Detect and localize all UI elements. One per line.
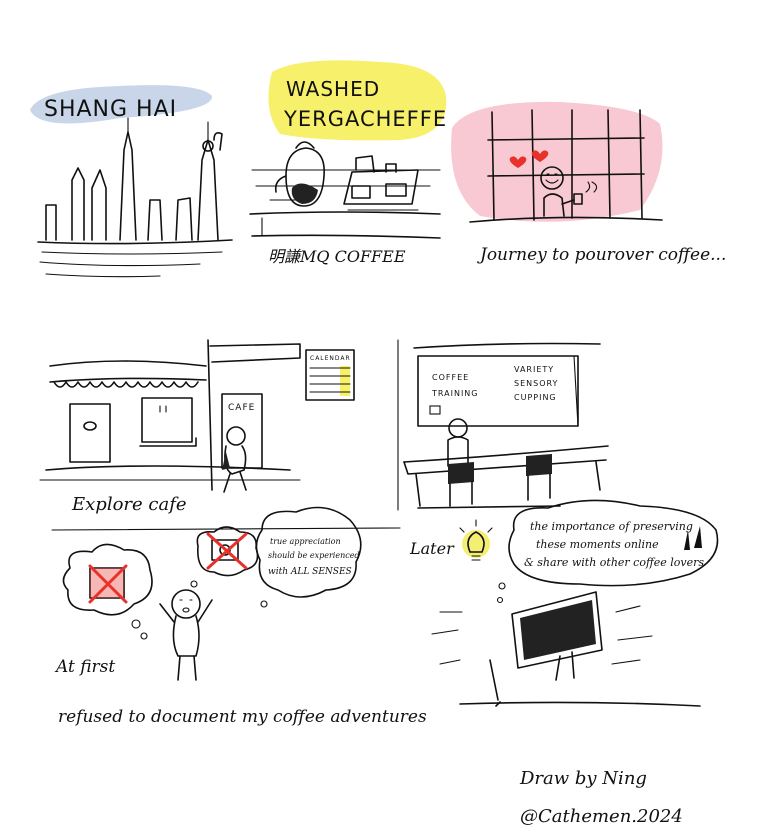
board-left-1: COFFEE bbox=[432, 373, 469, 382]
at-first-figure bbox=[159, 589, 213, 681]
at-first-caption: refused to document my coffee adventures bbox=[58, 707, 427, 727]
thought-cloud-notebook bbox=[62, 543, 153, 640]
panel-at-first: true appreciation should be experienced … bbox=[54, 506, 427, 727]
panel-yirgacheffe: WASHED YERGACHEFFE 明謙MQ COFFEE bbox=[249, 60, 447, 266]
senses-line-3: with ALL SENSES bbox=[268, 567, 352, 577]
panel-journey: Journey to pourover coffee... bbox=[451, 101, 726, 265]
shanghai-skyline bbox=[37, 117, 233, 278]
at-first-label: At first bbox=[54, 657, 115, 677]
yirgacheffe-title-line2: YERGACHEFFE bbox=[283, 107, 447, 131]
senses-line-2: should be experienced bbox=[268, 551, 360, 560]
calendar-title: CALENDAR bbox=[310, 355, 351, 362]
senses-line-1: true appreciation bbox=[270, 537, 341, 546]
signature: Draw by Ning @Cathemen.2024 bbox=[519, 768, 683, 827]
board-right-3: CUPPING bbox=[514, 393, 557, 402]
board-left-2: TRAINING bbox=[431, 389, 478, 398]
comic-canvas: SHANG HAI WASHED YERGACHEFFE 明謙MQ COFFEE… bbox=[30, 60, 726, 827]
later-label: Later bbox=[409, 539, 455, 558]
online-line-2: these moments online bbox=[536, 538, 659, 551]
explore-caption: Explore cafe bbox=[71, 494, 187, 515]
training-desk bbox=[403, 445, 609, 507]
online-line-3: & share with other coffee lovers bbox=[524, 556, 704, 569]
board-right-1: VARIETY bbox=[514, 365, 554, 374]
thought-cloud-senses: true appreciation should be experienced … bbox=[255, 506, 362, 608]
yirgacheffe-counter-scene bbox=[249, 141, 441, 239]
shanghai-label: SHANG HAI bbox=[44, 97, 177, 122]
cross-icon bbox=[206, 532, 248, 570]
panel-coffee-training: COFFEE TRAINING VARIETY SENSORY CUPPING bbox=[403, 342, 609, 509]
explore-figure bbox=[222, 426, 247, 493]
signature-line-1: Draw by Ning bbox=[519, 768, 647, 789]
lightbulb-icon bbox=[459, 519, 493, 561]
thought-cloud-online: the importance of preserving these momen… bbox=[496, 499, 719, 604]
cafe-storefront: CAFE bbox=[39, 339, 301, 491]
thought-cloud-camera bbox=[190, 526, 259, 588]
signature-line-2: @Cathemen.2024 bbox=[520, 806, 683, 827]
yirgacheffe-title-line1: WASHED bbox=[286, 77, 380, 101]
calendar-poster: CALENDAR bbox=[305, 349, 355, 401]
panel-later: Later the importance of preserving these… bbox=[409, 499, 719, 707]
journey-caption: Journey to pourover coffee... bbox=[477, 245, 726, 265]
yirgacheffe-caption: 明謙MQ COFFEE bbox=[268, 247, 406, 266]
board-right-2: SENSORY bbox=[514, 379, 558, 388]
panel-explore-cafe: CAFE CALENDAR Explore cafe bbox=[39, 339, 355, 515]
computer-monitor bbox=[489, 591, 603, 707]
online-line-1: the importance of preserving bbox=[530, 520, 693, 533]
cafe-sign: CAFE bbox=[228, 403, 255, 413]
journey-pink-highlight bbox=[451, 101, 663, 222]
training-board: COFFEE TRAINING VARIETY SENSORY CUPPING bbox=[417, 355, 579, 427]
panel-shanghai: SHANG HAI bbox=[30, 85, 233, 278]
training-chairs bbox=[448, 454, 552, 507]
